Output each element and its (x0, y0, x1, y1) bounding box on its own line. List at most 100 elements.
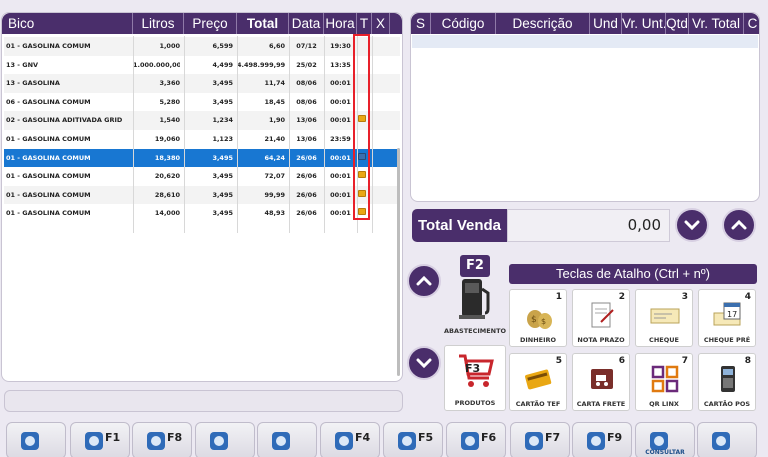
col-c[interactable]: C (744, 13, 759, 34)
col-qtd[interactable]: Qtd (666, 13, 689, 34)
table-row[interactable]: 01 - GASOLINA COMUM 14,000 3,495 48,93 26/06… (4, 204, 400, 223)
register-yellow-icon (358, 171, 366, 179)
clock-icon (268, 428, 296, 454)
cell-preco: 3,495 (212, 97, 233, 106)
cell-litros: 19,060 (154, 135, 180, 143)
cell-data: 07/12 (296, 42, 317, 50)
table-row[interactable]: 02 - GASOLINA ADITIVADA GRID 1,540 1,234 1,… (4, 111, 400, 130)
tile-label: CARTÃO POS (703, 400, 751, 408)
shortcuts-down-button[interactable] (407, 346, 441, 380)
col-s[interactable]: S (411, 13, 431, 34)
toolbar-button-3[interactable]: F8 (132, 422, 192, 457)
abastecimento-button[interactable]: F2 ABASTECIMENTO (444, 255, 506, 335)
toolbar-key: F7 (545, 431, 561, 444)
table-row[interactable]: 01 - GASOLINA COMUM 19,060 1,123 21,40 13/06… (4, 130, 400, 149)
f3-key: F3 (465, 362, 481, 375)
cell-bico: 01 - GASOLINA COMUM (6, 42, 91, 50)
cell-data: 13/06 (296, 116, 317, 125)
col-litros[interactable]: Litros (133, 13, 184, 34)
table-row[interactable]: 13 - GASOLINA 3,360 3,495 11,74 08/06 00:01 (4, 74, 400, 93)
cell-data: 26/06 (296, 209, 317, 218)
col-x[interactable]: X (372, 13, 390, 34)
tile-label: CHEQUE (649, 336, 679, 344)
tile-label: CARTÃO TEF (515, 400, 561, 408)
qr-icon (651, 365, 679, 393)
table-row[interactable]: 01 - GASOLINA COMUM 18,380 3,495 64,24 26/06… (4, 148, 400, 168)
cell-bico: 13 - GNV (6, 60, 39, 69)
toolbar-button-6[interactable]: F4 (320, 422, 380, 457)
abastecimentos-header: Bico Litros Preço Total Data Hora T X (2, 13, 402, 34)
col-bico[interactable]: Bico (2, 13, 133, 34)
cell-preco: 3,495 (212, 172, 233, 181)
shortcuts-up-button[interactable] (407, 264, 441, 298)
calendar-cheque-icon: 17 (713, 302, 741, 326)
scroll-down-button[interactable] (675, 208, 709, 242)
col-und[interactable]: Und (590, 13, 622, 34)
scroll-up-button[interactable] (722, 208, 756, 242)
cell-bico: 13 - GASOLINA (6, 79, 60, 88)
toolbar-button-8[interactable]: F6 (446, 422, 506, 457)
toolbar-key: F9 (607, 431, 623, 444)
cell-litros: 18,380 (154, 153, 180, 162)
col-codigo[interactable]: Código (431, 13, 496, 34)
itens-empty-row[interactable] (412, 35, 758, 48)
col-data[interactable]: Data (289, 13, 324, 34)
toolbar-button-9[interactable]: F7 (510, 422, 570, 457)
money-bags-icon: $ $ (527, 310, 552, 329)
user-computer-icon (708, 428, 736, 454)
toolbar-caption: CONSULTAR (645, 449, 685, 456)
produtos-button[interactable]: F3 PRODUTOS (444, 345, 506, 411)
toolbar-button-10[interactable]: F9 (572, 422, 632, 457)
chevron-up-icon (416, 275, 432, 286)
col-t[interactable]: T (357, 13, 372, 34)
nota-prazo-tile[interactable]: 2 NOTA PRAZO (572, 289, 630, 347)
cheque-tile[interactable]: 3 CHEQUE (635, 289, 693, 347)
cartao-tef-tile[interactable]: 5 CARTÃO TEF (509, 353, 567, 411)
dinheiro-tile[interactable]: $ $ 1 DINHEIRO (509, 289, 567, 347)
col-hora[interactable]: Hora (324, 13, 357, 34)
cell-preco: 3,495 (212, 79, 233, 88)
card-icon (525, 369, 552, 390)
toolbar-key: F1 (105, 431, 121, 444)
tile-label: QR LINX (649, 400, 679, 408)
chevron-down-icon (416, 358, 432, 369)
pos-icon (721, 366, 735, 392)
tile-number: 2 (618, 292, 625, 302)
toolbar-button-4[interactable] (195, 422, 255, 457)
qr-linx-tile[interactable]: 7 QR LINX (635, 353, 693, 411)
table-row[interactable]: 01 - GASOLINA COMUM 28,610 3,495 99,99 26/06… (4, 185, 400, 205)
toolbar-button-12[interactable] (697, 422, 757, 457)
cell-preco: 3,495 (212, 190, 233, 199)
col-vr-total[interactable]: Vr. Total (689, 13, 744, 34)
col-descricao[interactable]: Descrição (496, 13, 590, 34)
cell-preco: 1,123 (212, 135, 233, 143)
cheque-icon (650, 308, 680, 324)
scrollbar[interactable] (397, 148, 400, 376)
cell-data: 26/06 (296, 172, 317, 181)
chevron-down-icon (684, 220, 700, 231)
col-vr-unt[interactable]: Vr. Unt. (622, 13, 666, 34)
col-preco[interactable]: Preço (184, 13, 237, 34)
cell-bico: 01 - GASOLINA COMUM (6, 153, 91, 162)
toolbar-button-7[interactable]: F5 (383, 422, 443, 457)
table-row[interactable]: 01 - GASOLINA COMUM 20,620 3,495 72,07 26/06… (4, 167, 400, 186)
cell-bico: 02 - GASOLINA ADITIVADA GRID (6, 116, 123, 125)
table-row[interactable]: 13 - GNV 1.000.000,000 4,499 4.498.999,99 25… (4, 56, 400, 75)
toolbar-button-5[interactable] (257, 422, 317, 457)
cell-litros: 1,000 (159, 42, 180, 50)
cell-bico: 06 - GASOLINA COMUM (6, 97, 91, 106)
carta-frete-tile[interactable]: 6 CARTA FRETE (572, 353, 630, 411)
toolbar-button-2[interactable]: F1 (70, 422, 130, 457)
col-total[interactable]: Total (237, 13, 289, 34)
cheque-pre-tile[interactable]: 17 4 CHEQUE PRÉ (698, 289, 756, 347)
cell-preco: 3,495 (212, 209, 233, 218)
tile-number: 5 (555, 356, 562, 366)
table-row[interactable]: 06 - GASOLINA COMUM 5,280 3,495 18,45 08/06 0… (4, 93, 400, 112)
toolbar-button-1[interactable] (6, 422, 66, 457)
f2-key: F2 (460, 255, 490, 277)
cartao-pos-tile[interactable]: 8 CARTÃO POS (698, 353, 756, 411)
table-row[interactable]: 01 - GASOLINA COMUM 1,000 6,599 6,60 07/12 19… (4, 37, 400, 56)
printer-icon (206, 428, 234, 454)
toolbar-button-11[interactable]: CONSULTAR (635, 422, 695, 457)
cell-litros: 1.000.000,000 (133, 60, 180, 69)
